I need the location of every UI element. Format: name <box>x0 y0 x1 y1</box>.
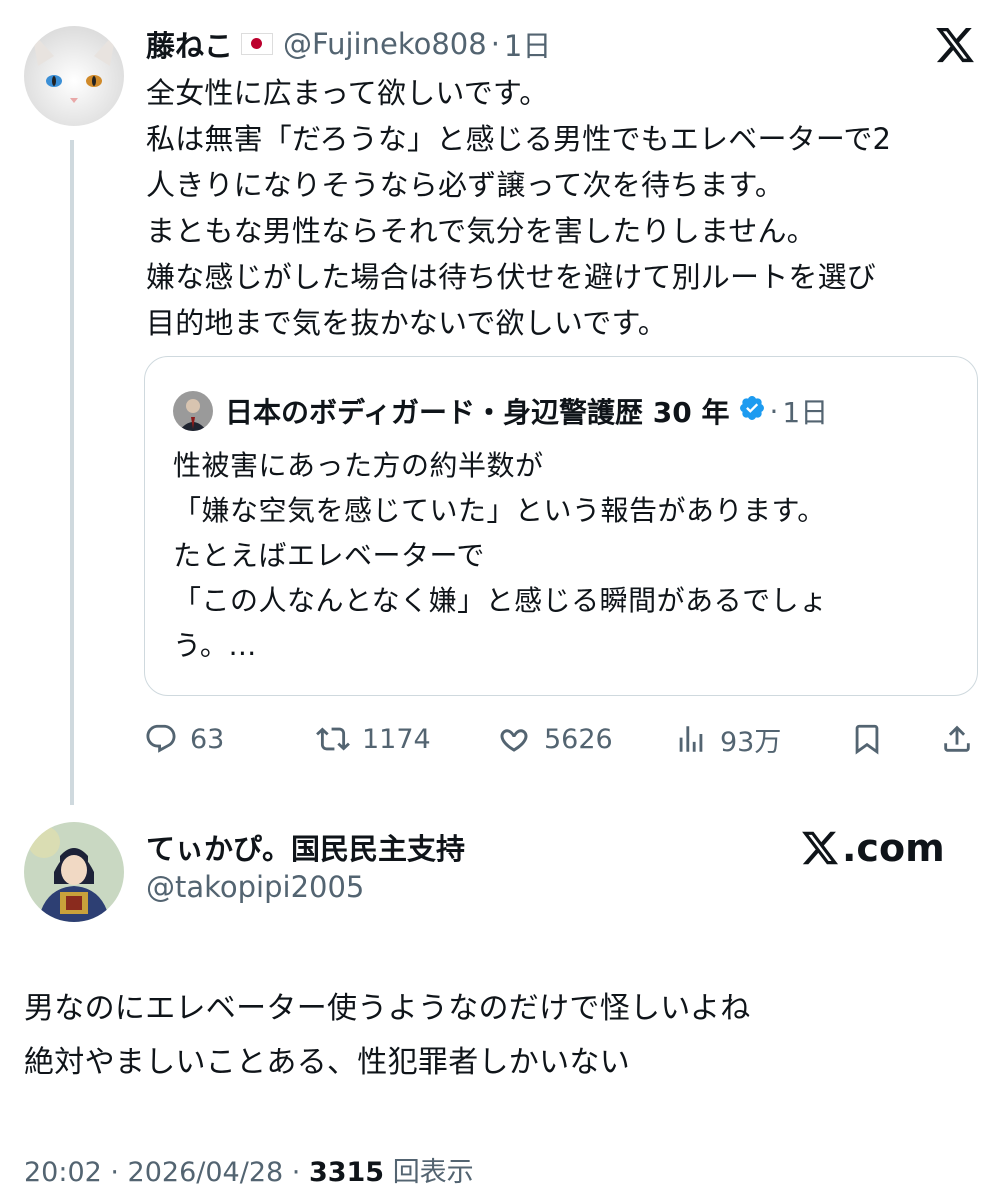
share-button[interactable] <box>940 716 986 762</box>
quoted-tweet[interactable]: 日本のボディガード・身辺警護歴 30 年 · 1日 性被害にあった方の約半数が … <box>144 356 978 696</box>
repost-icon <box>316 727 350 751</box>
view-count: 3315 <box>308 1157 385 1188</box>
avatar-bodyguard <box>173 391 213 431</box>
x-logo-icon[interactable] <box>934 24 976 66</box>
view-label: 回表示 <box>392 1157 474 1188</box>
verified-badge-icon <box>738 394 766 429</box>
reply-button[interactable]: 63 <box>144 716 224 762</box>
avatar-fujineko[interactable] <box>24 26 124 126</box>
x-com-text: .com <box>842 826 945 870</box>
timestamp[interactable]: 1日 <box>504 23 551 65</box>
quoted-separator: · <box>769 394 779 428</box>
japan-flag-icon <box>241 33 274 55</box>
bookmark-icon <box>855 724 879 755</box>
action-bar: 63 1174 5626 93万 <box>144 716 984 762</box>
quoted-tweet-header: 日本のボディガード・身辺警護歴 30 年 · 1日 <box>173 389 828 433</box>
views-count: 93万 <box>720 726 782 758</box>
thread-line <box>70 140 74 805</box>
share-icon <box>944 725 970 752</box>
repost-count: 1174 <box>362 723 431 755</box>
display-name[interactable]: 藤ねこ <box>146 23 233 65</box>
x-logo-icon <box>802 831 839 865</box>
bookmark-button[interactable] <box>850 716 896 762</box>
handle[interactable]: @Fujineko808 <box>283 27 487 61</box>
quoted-timestamp: 1日 <box>782 396 829 429</box>
repost-button[interactable]: 1174 <box>316 716 431 762</box>
separator: · <box>490 27 500 61</box>
reply-display-name[interactable]: てぃかぴ。国民民主支持 <box>146 826 465 868</box>
like-count: 5626 <box>544 723 613 755</box>
quoted-display-name: 日本のボディガード・身辺警護歴 30 年 <box>225 396 730 429</box>
reply-icon <box>146 724 176 753</box>
views-icon <box>679 726 703 752</box>
like-icon <box>500 729 528 752</box>
avatar-takopipi[interactable] <box>24 822 124 922</box>
tweet-metadata: 20:02 · 2026/04/28 · 3315 回表示 <box>24 1150 474 1189</box>
reply-tweet-text: 男なのにエレベーター使うようなのだけで怪しいよね 絶対やましいことある、性犯罪者… <box>24 991 751 1080</box>
post-timestamp[interactable]: 20:02 · 2026/04/28 · <box>24 1157 309 1188</box>
reply-handle[interactable]: @takopipi2005 <box>146 870 364 904</box>
tweet-header: 藤ねこ @Fujineko808 · 1日 <box>146 22 551 66</box>
reply-count: 63 <box>190 723 225 755</box>
quoted-tweet-text: 性被害にあった方の約半数が 「嫌な空気を感じていた」という報告があります。 たと… <box>173 449 828 662</box>
like-button[interactable]: 5626 <box>496 716 613 762</box>
tweet-text: 全女性に広まって欲しいです。 私は無害「だろうな」と感じる男性でもエレベーターで… <box>146 76 892 340</box>
views-button[interactable]: 93万 <box>674 716 781 762</box>
x-com-watermark: .com <box>800 826 945 870</box>
